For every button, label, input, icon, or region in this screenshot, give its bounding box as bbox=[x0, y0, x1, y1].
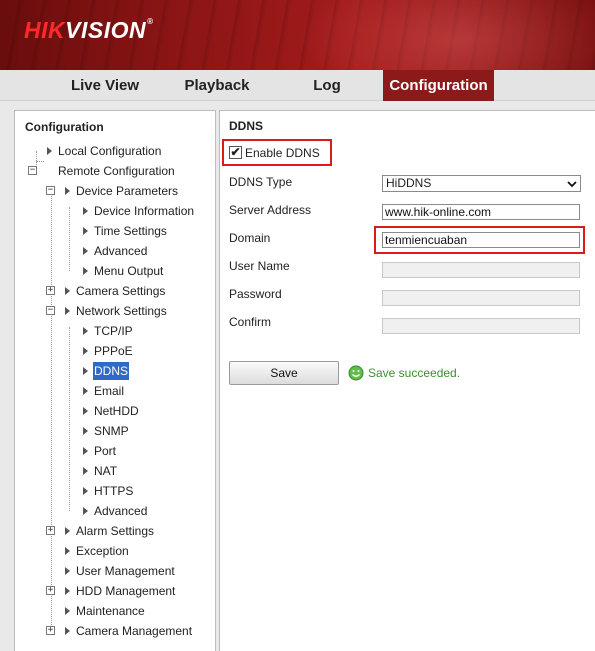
sidebar-item-local-configuration[interactable]: Local Configuration bbox=[0, 142, 210, 160]
sidebar-title: Configuration bbox=[25, 120, 104, 134]
sidebar-item-exception[interactable]: Exception bbox=[0, 542, 210, 560]
sidebar-item-device-parameters[interactable]: − Device Parameters bbox=[0, 182, 210, 200]
tab-playback[interactable]: Playback bbox=[170, 70, 264, 101]
sidebar-item-network-advanced[interactable]: Advanced bbox=[0, 502, 210, 520]
main-nav: Live View Playback Log Configuration bbox=[0, 70, 595, 101]
sidebar-item-camera-management[interactable]: + Camera Management bbox=[0, 622, 210, 640]
sidebar-item-menu-output[interactable]: Menu Output bbox=[0, 262, 210, 280]
arrow-right-icon bbox=[65, 287, 70, 295]
sidebar-item-device-information[interactable]: Device Information bbox=[0, 202, 210, 220]
sidebar-item-ddns[interactable]: DDNS bbox=[0, 362, 210, 380]
user-name-input[interactable] bbox=[382, 262, 580, 278]
sidebar-item-nat[interactable]: NAT bbox=[0, 462, 210, 480]
arrow-right-icon bbox=[83, 227, 88, 235]
tab-log[interactable]: Log bbox=[290, 70, 364, 101]
arrow-right-icon bbox=[65, 627, 70, 635]
arrow-right-icon bbox=[83, 207, 88, 215]
arrow-right-icon bbox=[83, 487, 88, 495]
server-address-input[interactable]: www.hik-online.com bbox=[382, 204, 580, 220]
header-glow bbox=[300, 0, 595, 70]
password-label: Password bbox=[229, 287, 282, 301]
server-address-label: Server Address bbox=[229, 203, 312, 217]
arrow-right-icon bbox=[83, 447, 88, 455]
arrow-right-icon bbox=[83, 467, 88, 475]
arrow-right-icon bbox=[83, 247, 88, 255]
arrow-right-icon bbox=[83, 367, 88, 375]
sidebar-item-snmp[interactable]: SNMP bbox=[0, 422, 210, 440]
tab-configuration[interactable]: Configuration bbox=[383, 70, 494, 101]
user-name-label: User Name bbox=[229, 259, 290, 273]
sidebar-item-https[interactable]: HTTPS bbox=[0, 482, 210, 500]
sidebar-item-user-management[interactable]: User Management bbox=[0, 562, 210, 580]
password-input[interactable] bbox=[382, 290, 580, 306]
collapse-icon[interactable]: − bbox=[46, 186, 55, 195]
sidebar-item-camera-settings[interactable]: + Camera Settings bbox=[0, 282, 210, 300]
arrow-right-icon bbox=[83, 327, 88, 335]
ddns-type-select[interactable]: HiDDNS bbox=[382, 175, 581, 192]
sidebar-item-nethdd[interactable]: NetHDD bbox=[0, 402, 210, 420]
arrow-right-icon bbox=[65, 547, 70, 555]
save-button[interactable]: Save bbox=[229, 361, 339, 385]
collapse-icon[interactable]: − bbox=[46, 306, 55, 315]
arrow-right-icon bbox=[65, 587, 70, 595]
ddns-type-label: DDNS Type bbox=[229, 175, 293, 189]
arrow-right-icon bbox=[83, 507, 88, 515]
sidebar-item-hdd-management[interactable]: + HDD Management bbox=[0, 582, 210, 600]
sidebar-item-maintenance[interactable]: Maintenance bbox=[0, 602, 210, 620]
arrow-right-icon bbox=[65, 567, 70, 575]
sidebar-item-port[interactable]: Port bbox=[0, 442, 210, 460]
sidebar-item-pppoe[interactable]: PPPoE bbox=[0, 342, 210, 360]
arrow-right-icon bbox=[65, 527, 70, 535]
expand-icon[interactable]: + bbox=[46, 286, 55, 295]
sidebar-item-advanced[interactable]: Advanced bbox=[0, 242, 210, 260]
header-banner: HIKVISION® bbox=[0, 0, 595, 70]
tab-live-view[interactable]: Live View bbox=[58, 70, 152, 101]
sidebar-item-alarm-settings[interactable]: + Alarm Settings bbox=[0, 522, 210, 540]
domain-label: Domain bbox=[229, 231, 271, 245]
confirm-input[interactable] bbox=[382, 318, 580, 334]
arrow-right-icon bbox=[65, 607, 70, 615]
sidebar-item-email[interactable]: Email bbox=[0, 382, 210, 400]
save-status-text: Save succeeded. bbox=[368, 366, 461, 380]
expand-icon[interactable]: + bbox=[46, 526, 55, 535]
arrow-right-icon bbox=[65, 187, 70, 195]
arrow-right-icon bbox=[83, 427, 88, 435]
arrow-right-icon bbox=[83, 267, 88, 275]
sidebar-item-tcp-ip[interactable]: TCP/IP bbox=[0, 322, 210, 340]
domain-input[interactable]: tenmiencuaban bbox=[382, 232, 580, 248]
sidebar-item-remote-configuration[interactable]: − Remote Configuration bbox=[0, 162, 210, 180]
arrow-right-icon bbox=[83, 407, 88, 415]
sidebar-item-network-settings[interactable]: − Network Settings bbox=[0, 302, 210, 320]
expand-icon[interactable]: + bbox=[46, 586, 55, 595]
enable-ddns-label: Enable DDNS bbox=[245, 146, 320, 160]
success-smiley-icon bbox=[348, 365, 364, 381]
confirm-label: Confirm bbox=[229, 315, 272, 329]
section-title: DDNS bbox=[229, 119, 264, 133]
arrow-right-icon bbox=[83, 387, 88, 395]
collapse-icon[interactable]: − bbox=[28, 166, 37, 175]
sidebar-item-time-settings[interactable]: Time Settings bbox=[0, 222, 210, 240]
arrow-right-icon bbox=[83, 347, 88, 355]
chevron-down-icon bbox=[567, 181, 577, 188]
hikvision-logo: HIKVISION® bbox=[24, 17, 154, 43]
ddns-type-value: HiDDNS bbox=[386, 176, 432, 190]
arrow-right-icon bbox=[65, 307, 70, 315]
arrow-right-icon bbox=[47, 147, 52, 155]
enable-ddns-checkbox[interactable]: ✔ bbox=[229, 146, 242, 159]
expand-icon[interactable]: + bbox=[46, 626, 55, 635]
